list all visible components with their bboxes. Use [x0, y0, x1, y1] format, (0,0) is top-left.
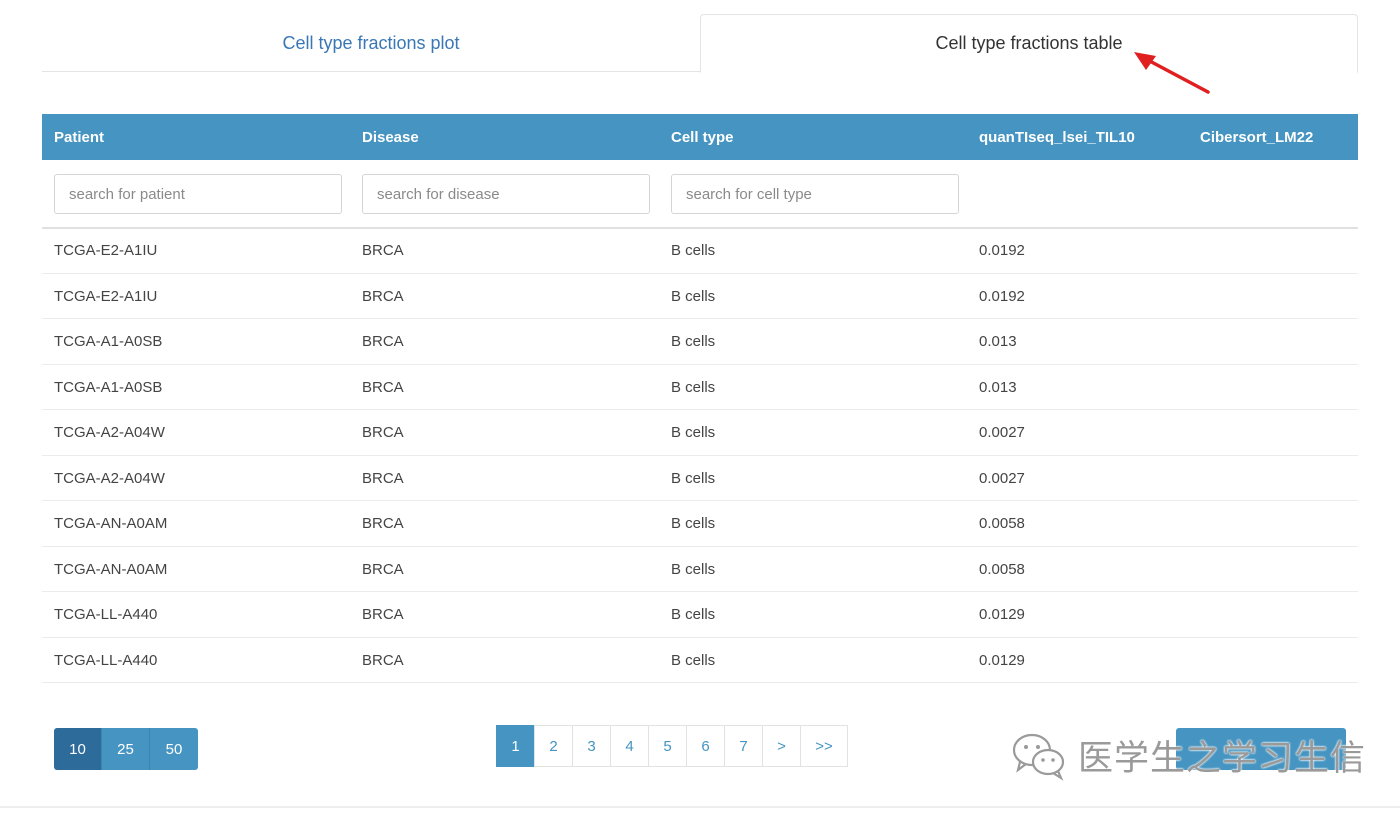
table-row[interactable]: TCGA-A1-A0SB BRCA B cells 0.013 — [42, 365, 1358, 410]
column-header-cell-type[interactable]: Cell type — [671, 114, 734, 160]
column-header-cibersort[interactable]: Cibersort_LM22 — [1200, 114, 1313, 160]
column-header-disease[interactable]: Disease — [362, 114, 419, 160]
table-row[interactable]: TCGA-LL-A440 BRCA B cells 0.0129 — [42, 638, 1358, 683]
cell-patient: TCGA-A1-A0SB — [54, 333, 163, 350]
page-6-button[interactable]: 6 — [686, 725, 725, 767]
page-5-button[interactable]: 5 — [648, 725, 687, 767]
cell-disease: BRCA — [362, 515, 404, 532]
cell-disease: BRCA — [362, 242, 404, 259]
cell-disease: BRCA — [362, 287, 404, 305]
annotation-arrow-icon — [1134, 52, 1210, 94]
table-row[interactable]: TCGA-A2-A04W BRCA B cells 0.0027 — [42, 456, 1358, 501]
cell-cell-type: B cells — [671, 287, 716, 305]
cell-cell-type: B cells — [671, 333, 716, 350]
page-length-25-button[interactable]: 25 — [102, 728, 150, 770]
cell-patient: TCGA-E2-A1IU — [54, 242, 158, 259]
cell-cell-type: B cells — [671, 560, 716, 578]
cell-cell-type: B cells — [671, 242, 716, 259]
cell-quantiseq: 0.0192 — [979, 287, 1025, 305]
table-row[interactable]: TCGA-A1-A0SB BRCA B cells 0.013 — [42, 319, 1358, 365]
tab-cell-type-fractions-table[interactable]: Cell type fractions table — [700, 14, 1358, 73]
last-page-button[interactable]: >> — [800, 725, 848, 767]
cell-cell-type: B cells — [671, 606, 716, 623]
cell-quantiseq: 0.0058 — [979, 515, 1025, 532]
cell-cell-type: B cells — [671, 378, 716, 396]
cell-cell-type: B cells — [671, 651, 716, 669]
page-length-50-button[interactable]: 50 — [150, 728, 198, 770]
search-patient-input[interactable] — [54, 174, 342, 214]
cell-patient: TCGA-E2-A1IU — [54, 287, 158, 305]
pagination: 1 2 3 4 5 6 7 > >> — [496, 725, 848, 767]
page-7-button[interactable]: 7 — [724, 725, 763, 767]
wechat-icon — [1012, 733, 1065, 781]
table-row[interactable]: TCGA-A2-A04W BRCA B cells 0.0027 — [42, 410, 1358, 456]
cell-cell-type: B cells — [671, 469, 716, 487]
table-row[interactable]: TCGA-LL-A440 BRCA B cells 0.0129 — [42, 592, 1358, 638]
cell-quantiseq: 0.0192 — [979, 242, 1025, 259]
cell-patient: TCGA-A1-A0SB — [54, 378, 163, 396]
page-3-button[interactable]: 3 — [572, 725, 611, 767]
cell-quantiseq: 0.0129 — [979, 606, 1025, 623]
cell-disease: BRCA — [362, 469, 404, 487]
table-row[interactable]: TCGA-E2-A1IU BRCA B cells 0.0192 — [42, 228, 1358, 274]
filter-row — [42, 160, 1358, 228]
cell-quantiseq: 0.0129 — [979, 651, 1025, 669]
table-row[interactable]: TCGA-AN-A0AM BRCA B cells 0.0058 — [42, 547, 1358, 592]
cell-disease: BRCA — [362, 560, 404, 578]
table-header: Patient Disease Cell type quanTIseq_lsei… — [42, 114, 1358, 160]
cell-disease: BRCA — [362, 378, 404, 396]
search-disease-input[interactable] — [362, 174, 650, 214]
watermark: 医学生之学习生信 — [1010, 728, 1366, 782]
table-body: TCGA-E2-A1IU BRCA B cells 0.0192 TCGA-E2-A1I… — [42, 228, 1358, 683]
cell-quantiseq: 0.0027 — [979, 424, 1025, 441]
cell-patient: TCGA-AN-A0AM — [54, 515, 168, 532]
table-row[interactable]: TCGA-AN-A0AM BRCA B cells 0.0058 — [42, 501, 1358, 547]
cell-quantiseq: 0.013 — [979, 378, 1017, 396]
table-row[interactable]: TCGA-E2-A1IU BRCA B cells 0.0192 — [42, 274, 1358, 319]
cell-disease: BRCA — [362, 651, 404, 669]
cell-cell-type: B cells — [671, 515, 716, 532]
cell-patient: TCGA-LL-A440 — [54, 606, 158, 623]
search-cell-type-input[interactable] — [671, 174, 959, 214]
watermark-text: 医学生之学习生信 — [1078, 738, 1367, 779]
cell-patient: TCGA-AN-A0AM — [54, 560, 168, 578]
cell-type-fractions-table: Patient Disease Cell type quanTIseq_lsei… — [42, 114, 1358, 683]
page-2-button[interactable]: 2 — [534, 725, 573, 767]
cell-disease: BRCA — [362, 333, 404, 350]
next-page-button[interactable]: > — [762, 725, 801, 767]
page-length-10-button[interactable]: 10 — [54, 728, 102, 770]
cell-cell-type: B cells — [671, 424, 716, 441]
footer-divider — [0, 806, 1400, 808]
cell-quantiseq: 0.0027 — [979, 469, 1025, 487]
cell-disease: BRCA — [362, 606, 404, 623]
tab-cell-type-fractions-plot[interactable]: Cell type fractions plot — [42, 14, 700, 72]
cell-quantiseq: 0.0058 — [979, 560, 1025, 578]
cell-disease: BRCA — [362, 424, 404, 441]
page-4-button[interactable]: 4 — [610, 725, 649, 767]
column-header-quantiseq[interactable]: quanTIseq_lsei_TIL10 — [979, 114, 1135, 160]
page-length-selector: 10 25 50 — [54, 728, 198, 770]
cell-patient: TCGA-LL-A440 — [54, 651, 158, 669]
cell-patient: TCGA-A2-A04W — [54, 469, 165, 487]
cell-patient: TCGA-A2-A04W — [54, 424, 165, 441]
page-1-button[interactable]: 1 — [496, 725, 535, 767]
column-header-patient[interactable]: Patient — [54, 114, 104, 160]
cell-quantiseq: 0.013 — [979, 333, 1017, 350]
